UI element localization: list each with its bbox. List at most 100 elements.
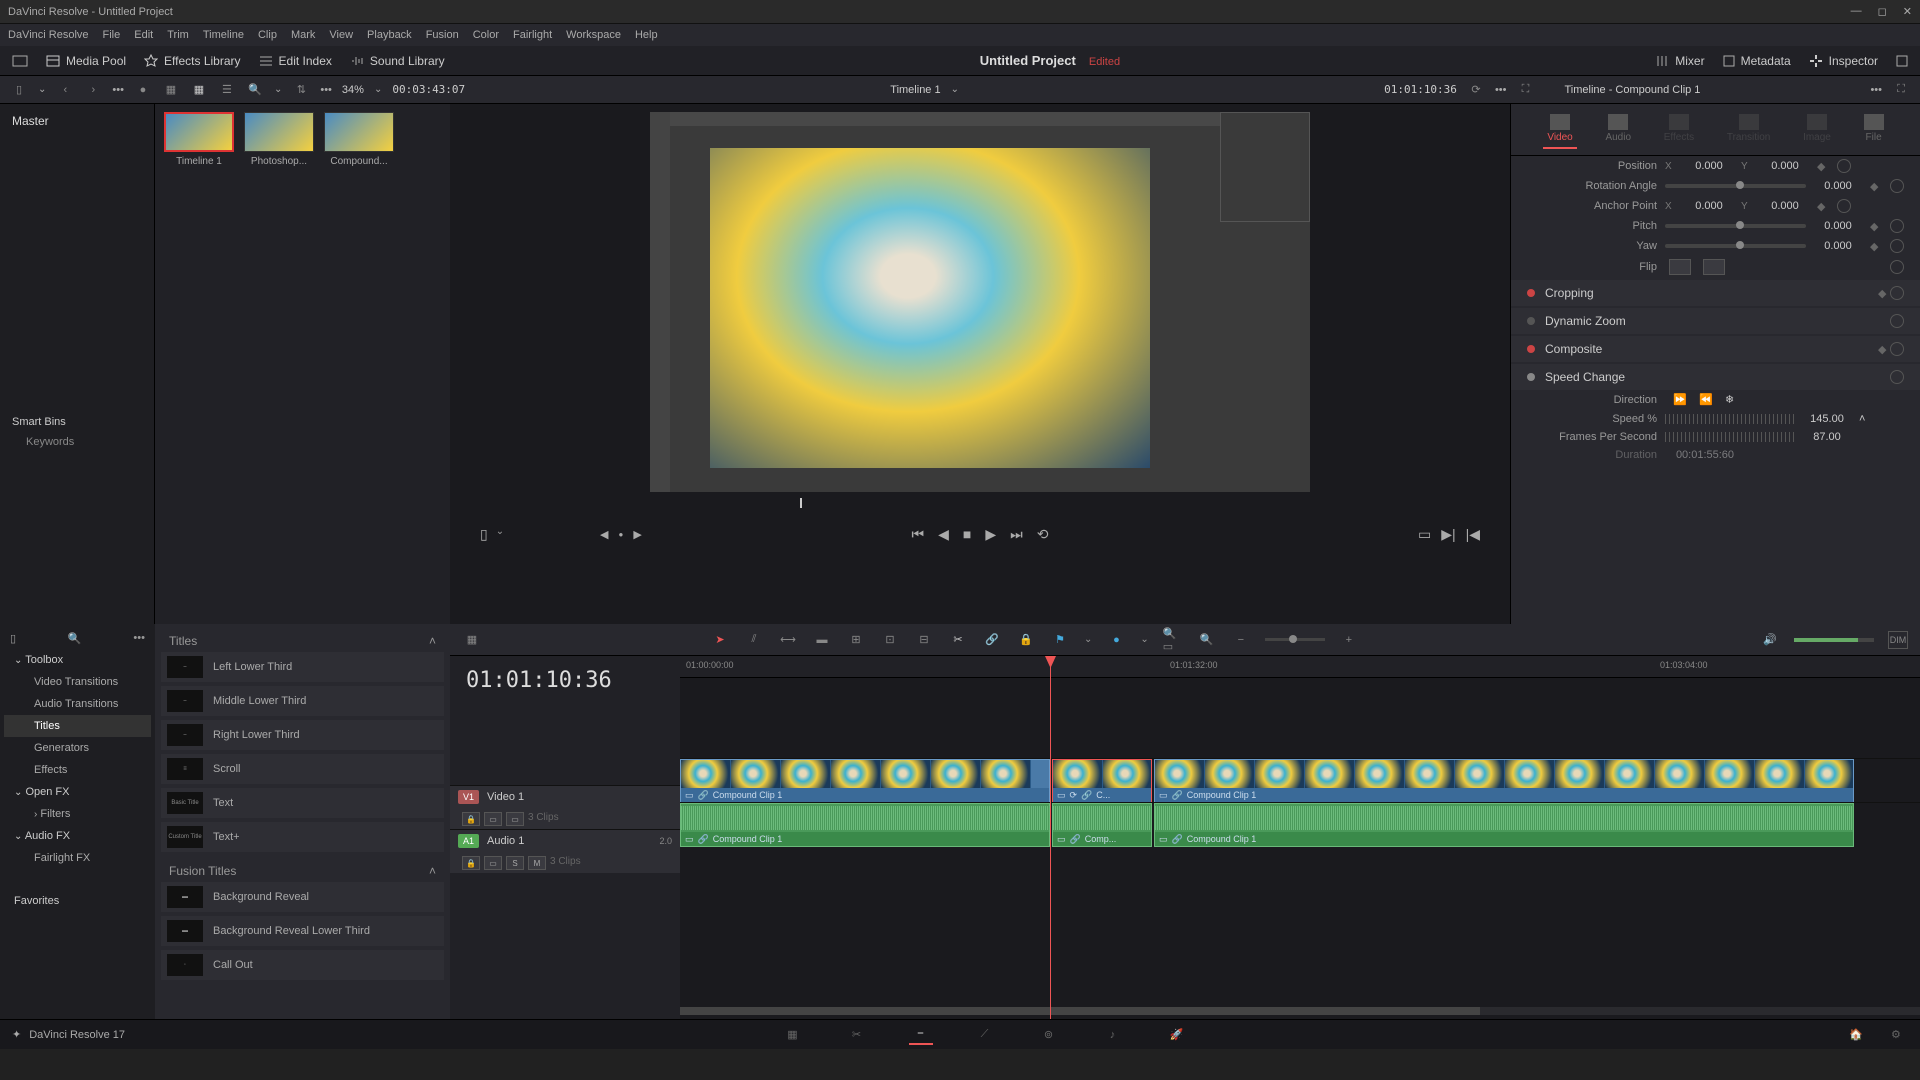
fusion-title-background-reveal[interactable]: ▬Background Reveal bbox=[161, 882, 444, 912]
title-item-right-lower-third[interactable]: ⎯Right Lower Third bbox=[161, 720, 444, 750]
timeline-name[interactable]: Timeline 1 bbox=[890, 84, 940, 96]
anchor-y-value[interactable]: 0.000 bbox=[1761, 200, 1809, 212]
speed-increase-icon[interactable]: ˄ bbox=[1859, 413, 1865, 425]
timeline-timecode[interactable]: 01:01:10:36 bbox=[450, 656, 680, 705]
inspector-options[interactable]: ••• bbox=[1870, 84, 1882, 96]
audio-clip-2[interactable]: ▭🔗Comp... bbox=[1052, 803, 1152, 847]
fx-favorites[interactable]: Favorites bbox=[4, 889, 151, 913]
disable-track-button[interactable]: ▭ bbox=[506, 812, 524, 826]
inspector-tab-audio[interactable]: Audio bbox=[1601, 110, 1635, 149]
anchor-x-value[interactable]: 0.000 bbox=[1685, 200, 1733, 212]
prev-icon[interactable]: ‹ bbox=[56, 81, 74, 99]
menu-timeline[interactable]: Timeline bbox=[203, 29, 244, 41]
settings-button[interactable]: ⚙ bbox=[1884, 1025, 1908, 1045]
menu-edit[interactable]: Edit bbox=[134, 29, 153, 41]
lock-track-button[interactable]: 🔒 bbox=[462, 812, 480, 826]
flip-horizontal-button[interactable] bbox=[1669, 259, 1691, 275]
bin-view-menu[interactable]: ⌄ bbox=[38, 84, 46, 95]
link-tool[interactable]: 🔗 bbox=[982, 631, 1002, 649]
keyframe-icon[interactable]: ◆ bbox=[1870, 240, 1882, 252]
reset-icon[interactable] bbox=[1890, 179, 1904, 193]
fx-fairlightfx[interactable]: Fairlight FX bbox=[4, 847, 151, 869]
bin-view-icon[interactable]: ▯ bbox=[10, 81, 28, 99]
expand-button[interactable] bbox=[1896, 55, 1908, 67]
zoom-tool[interactable]: 🔍▭ bbox=[1163, 631, 1183, 649]
sound-library-button[interactable]: Sound Library bbox=[350, 54, 445, 68]
pitch-value[interactable]: 0.000 bbox=[1814, 220, 1862, 232]
keyframe-icon[interactable]: ◆ bbox=[1817, 200, 1829, 212]
auto-select-button[interactable]: ▭ bbox=[484, 812, 502, 826]
maximize-button[interactable]: ◻ bbox=[1878, 5, 1887, 18]
close-button[interactable]: ✕ bbox=[1903, 5, 1912, 18]
title-item-scroll[interactable]: ≡Scroll bbox=[161, 754, 444, 784]
clip-thumb-timeline1[interactable] bbox=[164, 112, 234, 152]
page-media[interactable]: ▦ bbox=[781, 1025, 805, 1045]
viewer-screen[interactable] bbox=[650, 112, 1310, 492]
playhead[interactable] bbox=[1050, 656, 1051, 1019]
reset-icon[interactable] bbox=[1890, 342, 1904, 356]
cropping-section[interactable]: Cropping ◆ bbox=[1511, 280, 1920, 306]
play-button[interactable]: ▶ bbox=[985, 526, 996, 543]
last-frame-button[interactable]: ⏭ bbox=[1010, 526, 1023, 543]
loop-button[interactable]: ⟲ bbox=[1037, 526, 1049, 543]
timeline-view-icon[interactable]: ▦ bbox=[462, 631, 482, 649]
overwrite-tool[interactable]: ⊡ bbox=[880, 631, 900, 649]
sync-icon[interactable]: ⟳ bbox=[1467, 81, 1485, 99]
fusion-title-call-out[interactable]: ◦Call Out bbox=[161, 950, 444, 980]
fx-openfx[interactable]: ⌄ Open FX bbox=[4, 781, 151, 803]
reset-icon[interactable] bbox=[1890, 239, 1904, 253]
reset-icon[interactable] bbox=[1890, 260, 1904, 274]
inspector-button[interactable]: Inspector bbox=[1809, 54, 1878, 68]
blade-tool[interactable]: ▬ bbox=[812, 631, 832, 649]
reset-icon[interactable] bbox=[1890, 370, 1904, 384]
dynamic-trim-tool[interactable]: ⟷ bbox=[778, 631, 798, 649]
fx-toolbox[interactable]: ⌄ Toolbox bbox=[4, 649, 151, 671]
title-item-left-lower-third[interactable]: ⎯Left Lower Third bbox=[161, 652, 444, 682]
match-frame-icon[interactable]: ▭ bbox=[1418, 526, 1431, 543]
fx-audio-transitions[interactable]: Audio Transitions bbox=[4, 693, 151, 715]
monitor-icon[interactable] bbox=[12, 55, 28, 67]
zoom-out-icon[interactable]: − bbox=[1231, 631, 1251, 649]
mixer-button[interactable]: Mixer bbox=[1655, 54, 1704, 68]
title-item-text-plus[interactable]: Custom TitleText+ bbox=[161, 822, 444, 852]
keyframe-icon[interactable]: ◆ bbox=[1870, 180, 1882, 192]
metadata-button[interactable]: Metadata bbox=[1723, 54, 1791, 68]
page-fusion[interactable]: ⟋ bbox=[973, 1025, 997, 1045]
pitch-slider[interactable] bbox=[1665, 224, 1806, 228]
menu-fairlight[interactable]: Fairlight bbox=[513, 29, 552, 41]
options-button[interactable]: ••• bbox=[320, 84, 332, 96]
audio-track-badge[interactable]: A1 bbox=[458, 834, 479, 848]
smart-bins-header[interactable]: Smart Bins bbox=[6, 412, 148, 432]
edit-index-button[interactable]: Edit Index bbox=[259, 54, 332, 68]
flip-vertical-button[interactable] bbox=[1703, 259, 1725, 275]
dim-button[interactable]: DIM bbox=[1888, 631, 1908, 649]
keyframe-nav-icon[interactable]: ● bbox=[618, 530, 623, 539]
menu-help[interactable]: Help bbox=[635, 29, 658, 41]
reset-icon[interactable] bbox=[1837, 159, 1851, 173]
zoom-menu[interactable]: ⌄ bbox=[374, 84, 382, 95]
fx-options-button[interactable]: ••• bbox=[133, 632, 145, 645]
solo-button[interactable]: S bbox=[506, 856, 524, 870]
fx-bin-view-icon[interactable]: ▯ bbox=[10, 632, 16, 645]
timeline-scrollbar[interactable] bbox=[680, 1007, 1920, 1015]
trim-tool[interactable]: ⫽ bbox=[744, 631, 764, 649]
timeline-menu[interactable]: ⌄ bbox=[951, 84, 959, 95]
search-menu[interactable]: ⌄ bbox=[274, 84, 282, 95]
keyframe-icon[interactable]: ◆ bbox=[1817, 160, 1829, 172]
page-color[interactable]: ⊚ bbox=[1037, 1025, 1061, 1045]
inspector-tab-file[interactable]: File bbox=[1860, 110, 1888, 149]
mute-button[interactable]: M bbox=[528, 856, 546, 870]
inspector-tab-video[interactable]: Video bbox=[1543, 110, 1576, 149]
next-clip-icon[interactable]: ▶| bbox=[1441, 526, 1455, 543]
bin-master[interactable]: Master bbox=[6, 110, 148, 132]
keyframe-icon[interactable]: ◆ bbox=[1870, 220, 1882, 232]
position-x-value[interactable]: 0.000 bbox=[1685, 160, 1733, 172]
fx-video-transitions[interactable]: Video Transitions bbox=[4, 671, 151, 693]
video-clip-1[interactable]: ▭🔗Compound Clip 1 bbox=[680, 759, 1050, 803]
menu-view[interactable]: View bbox=[329, 29, 353, 41]
fx-effects[interactable]: Effects bbox=[4, 759, 151, 781]
video-clip-2[interactable]: ▭⟳🔗C... bbox=[1052, 759, 1152, 803]
fx-search-icon[interactable]: 🔍 bbox=[68, 632, 82, 645]
menu-davinci[interactable]: DaVinci Resolve bbox=[8, 29, 89, 41]
fx-generators[interactable]: Generators bbox=[4, 737, 151, 759]
